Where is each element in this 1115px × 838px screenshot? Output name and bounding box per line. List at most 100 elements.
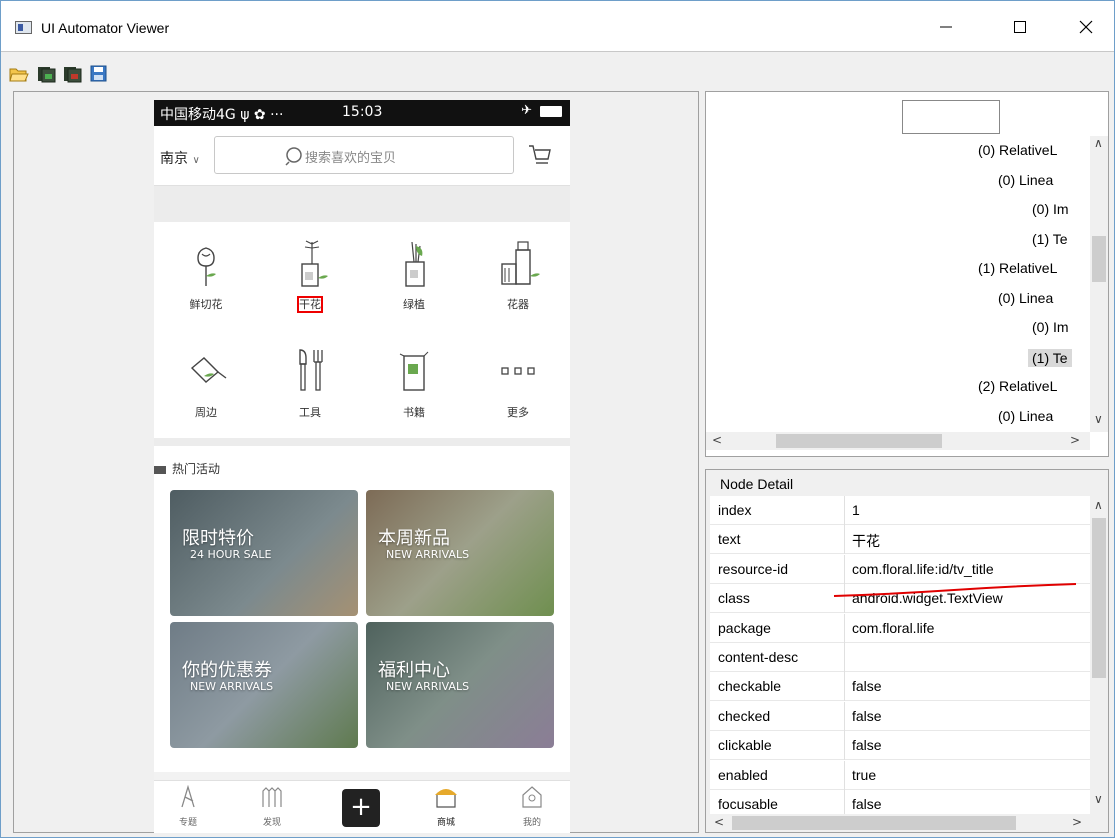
minimize-button[interactable] [923,7,969,47]
tree-node[interactable]: (0) Linea [998,290,1053,306]
search-placeholder: 搜索喜欢的宝贝 [305,151,397,166]
banner-new-arrivals[interactable]: 本周新品 NEW ARRIVALS [366,490,554,616]
property-value: 1 [852,502,860,518]
device-screenshot-button[interactable] [37,65,57,83]
hierarchy-tree-panel: (0) RelativeL (0) Linea (0) Im (1) Te (1) Re… [705,91,1109,457]
toolbar [1,59,1114,89]
device-screenshot-compressed-button[interactable] [63,65,83,83]
nav-item-mine[interactable]: 我的 [502,785,562,828]
add-button[interactable]: + [342,789,380,827]
node-detail-row[interactable]: checked false [710,701,1090,731]
section-title: 热门活动 [154,460,220,477]
column-divider [844,525,845,555]
tree-node-selected[interactable]: (1) Te [1028,348,1072,367]
discover-icon [262,787,282,807]
property-value: com.floral.life:id/tv_title [852,560,994,577]
category-item-dried-flower[interactable]: 干花 [258,222,362,330]
column-divider [844,731,845,761]
node-detail-title: Node Detail [718,476,796,492]
banner-title: 你的优惠券 [182,660,272,681]
category-item-tools[interactable]: 工具 [258,330,362,438]
cart-icon[interactable] [528,144,552,166]
nav-item-mall[interactable]: 商城 [416,785,476,828]
banner-title: 限时特价 [182,528,254,549]
node-detail-table: index 1 text 干花 resource-id com.floral.life:i… [710,496,1090,814]
dried-flower-icon [301,240,328,287]
tree-node[interactable]: (0) Linea [998,408,1053,424]
screenshot-panel: 中国移动4G ψ ✿ ··· 15:03 ✈ 南京 ∨ 搜索喜欢的宝贝 鲜切花 … [13,91,699,833]
detail-vertical-scrollbar[interactable]: ∧ ∨ [1090,496,1108,814]
property-value: false [852,737,882,754]
scroll-up-icon[interactable]: ∧ [1094,498,1103,512]
tree-root-node[interactable] [902,100,1000,134]
tree-vertical-scrollbar[interactable]: ∧ ∨ [1090,136,1108,432]
phone-screenshot[interactable]: 中国移动4G ψ ✿ ··· 15:03 ✈ 南京 ∨ 搜索喜欢的宝贝 鲜切花 … [154,100,570,833]
node-detail-row[interactable]: enabled true [710,760,1090,790]
scrollbar-thumb[interactable] [1092,518,1106,678]
scrollbar-thumb[interactable] [1092,236,1106,282]
node-detail-row[interactable]: clickable false [710,731,1090,761]
open-folder-button[interactable] [9,65,29,83]
scrollbar-thumb[interactable] [776,434,942,448]
device-screenshot-icon [38,67,56,83]
topics-icon [181,784,195,808]
nav-item-discover[interactable]: 发现 [242,785,302,828]
node-detail-panel: Node Detail index 1 text 干花 resource-id com.f… [705,469,1109,833]
tree-node[interactable]: (0) Im [1032,319,1069,335]
nav-item-topics[interactable]: 专题 [158,784,218,828]
node-detail-row[interactable]: package com.floral.life [710,613,1090,643]
maximize-icon [1014,21,1026,33]
device-screenshot-compressed-icon [64,67,82,83]
scroll-up-icon[interactable]: ∧ [1094,136,1103,150]
node-detail-row[interactable]: focusable false [710,790,1090,814]
banner-welfare-center[interactable]: 福利中心 NEW ARRIVALS [366,622,554,748]
node-detail-row[interactable]: text 干花 [710,525,1090,555]
tree-horizontal-scrollbar[interactable]: < > [706,432,1090,450]
scroll-down-icon[interactable]: ∨ [1094,792,1103,806]
tree-node[interactable]: (2) RelativeL [978,378,1057,394]
banner-subtitle: NEW ARRIVALS [190,680,274,693]
phone-status-bar: 中国移动4G ψ ✿ ··· 15:03 ✈ [154,100,570,126]
column-divider [844,790,845,814]
category-item-books[interactable]: 书籍 [362,330,466,438]
detail-horizontal-scrollbar[interactable]: < > [710,814,1090,832]
chevron-down-icon: ∨ [192,155,200,166]
banner-limited-sale[interactable]: 限时特价 24 HOUR SALE [170,490,358,616]
vase-icon [501,241,540,285]
tree-node[interactable]: (0) Linea [998,172,1053,188]
category-item-fresh-flower[interactable]: 鲜切花 [154,222,258,330]
property-value: 干花 [852,533,880,550]
tree-list: (0) RelativeL (0) Linea (0) Im (1) Te (1) Re… [706,136,1090,432]
banner-title: 本周新品 [378,528,450,549]
tree-node[interactable]: (1) Te [1032,231,1068,247]
scroll-left-icon[interactable]: < [712,433,722,447]
save-button[interactable] [89,65,109,83]
tree-node[interactable]: (0) RelativeL [978,142,1057,158]
category-item-more[interactable]: 更多 [466,330,570,438]
category-item-peripheral[interactable]: 周边 [154,330,258,438]
node-detail-row[interactable]: content-desc [710,643,1090,672]
scrollbar-thumb[interactable] [732,816,1016,830]
nav-label: 专题 [178,818,197,828]
category-item-green-plant[interactable]: 绿植 [362,222,466,330]
city-selector[interactable]: 南京 ∨ [160,148,200,168]
scroll-down-icon[interactable]: ∨ [1094,412,1103,426]
search-input[interactable]: 搜索喜欢的宝贝 [214,136,514,174]
scroll-right-icon[interactable]: > [1072,815,1082,829]
scroll-left-icon[interactable]: < [714,815,724,829]
category-item-vase[interactable]: 花器 [466,222,570,330]
close-button[interactable] [1063,7,1109,47]
scroll-right-icon[interactable]: > [1070,433,1080,447]
hot-title-label: 热门活动 [172,462,221,476]
node-detail-row[interactable]: index 1 [710,496,1090,525]
nav-label: 发现 [262,818,281,828]
node-detail-row[interactable]: checkable false [710,672,1090,702]
banner-subtitle: NEW ARRIVALS [386,680,470,693]
maximize-button[interactable] [997,7,1043,47]
watering-can-icon [190,357,227,383]
title-bar: UI Automator Viewer [1,1,1114,51]
banner-coupons[interactable]: 你的优惠券 NEW ARRIVALS [170,622,358,748]
tree-node[interactable]: (1) RelativeL [978,260,1057,276]
tree-node[interactable]: (0) Im [1032,201,1069,217]
property-key: text [718,531,741,548]
